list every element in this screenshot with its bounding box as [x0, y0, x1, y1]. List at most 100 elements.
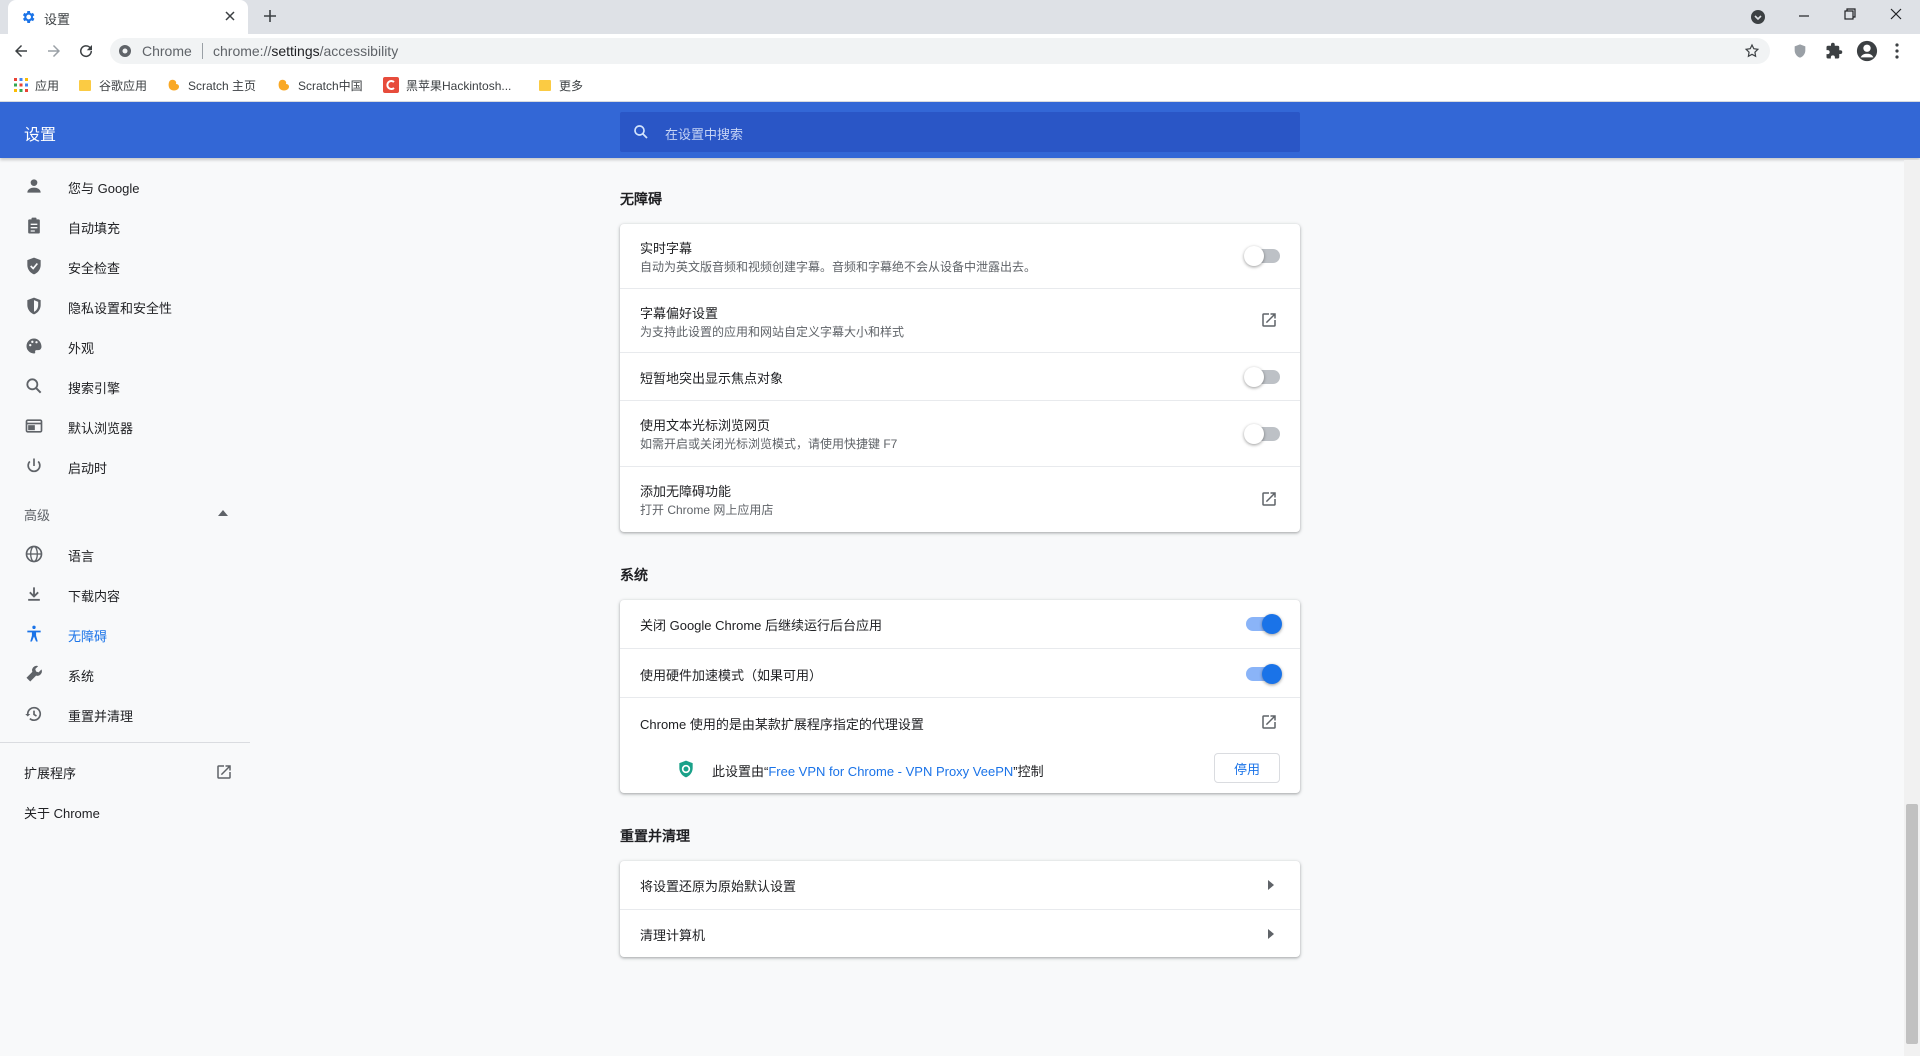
history-icon: [24, 704, 44, 724]
shield-check-icon: [24, 256, 44, 276]
forward-icon[interactable]: [45, 42, 63, 60]
sidebar-item-label: 您与 Google: [68, 181, 140, 196]
veepn-extension-link[interactable]: Free VPN for Chrome - VPN Proxy VeePN: [768, 764, 1013, 779]
sidebar-item-appearance[interactable]: 外观: [0, 326, 250, 366]
setting-row-cleanup[interactable]: 清理计算机: [620, 909, 1300, 957]
apps-grid-icon: [14, 78, 28, 92]
caret-up-icon[interactable]: [218, 510, 228, 516]
setting-title: 使用硬件加速模式（如果可用）: [640, 668, 823, 683]
sidebar-item-downloads[interactable]: 下载内容: [0, 574, 250, 614]
bookmark-hackintosh[interactable]: 黑苹果Hackintosh...: [383, 76, 511, 94]
sidebar-item-safety-check[interactable]: 安全检查: [0, 246, 250, 286]
open-in-new-icon[interactable]: [215, 763, 233, 781]
bookmark-apps[interactable]: 应用: [14, 76, 59, 94]
sidebar-item-search-engine[interactable]: 搜索引擎: [0, 366, 250, 406]
download-icon: [24, 584, 44, 604]
sidebar-item-languages[interactable]: 语言: [0, 534, 250, 574]
page-title: 设置: [24, 127, 57, 144]
sidebar-item-privacy[interactable]: 隐私设置和安全性: [0, 286, 250, 326]
minimize-icon[interactable]: [1797, 9, 1811, 23]
globe-icon: [24, 544, 44, 564]
gear-icon: [20, 9, 36, 25]
setting-row-restore-defaults[interactable]: 将设置还原为原始默认设置: [620, 861, 1300, 909]
search-input[interactable]: 在设置中搜索: [620, 112, 1300, 152]
scratch-icon: [167, 78, 181, 92]
setting-title: 字幕偏好设置: [640, 306, 719, 321]
setting-row-background-apps[interactable]: 关闭 Google Chrome 后继续运行后台应用: [620, 600, 1300, 648]
setting-title: 关闭 Google Chrome 后继续运行后台应用: [640, 618, 882, 633]
open-in-new-icon[interactable]: [1260, 490, 1278, 508]
setting-title: 使用文本光标浏览网页: [640, 418, 771, 433]
tab-title: 设置: [44, 12, 71, 27]
sidebar-item-label: 安全检查: [68, 261, 121, 276]
sidebar-item-on-startup[interactable]: 启动时: [0, 446, 250, 486]
sidebar-item-system[interactable]: 系统: [0, 654, 250, 694]
setting-subtitle: 为支持此设置的应用和网站自定义字幕大小和样式: [640, 325, 905, 339]
setting-row-hardware-acceleration[interactable]: 使用硬件加速模式（如果可用）: [620, 648, 1300, 697]
setting-subtitle: 自动为英文版音频和视频创建字幕。音频和字幕绝不会从设备中泄露出去。: [640, 260, 1037, 274]
wrench-icon: [24, 664, 44, 684]
setting-row-live-caption[interactable]: 实时字幕 自动为英文版音频和视频创建字幕。音频和字幕绝不会从设备中泄露出去。: [620, 224, 1300, 288]
search-placeholder: 在设置中搜索: [665, 127, 744, 142]
bookmark-label: 谷歌应用: [99, 78, 148, 93]
setting-row-focus-highlight[interactable]: 短暂地突出显示焦点对象: [620, 352, 1300, 400]
disable-extension-button[interactable]: 停用: [1214, 753, 1280, 783]
setting-title: 短暂地突出显示焦点对象: [640, 371, 784, 386]
setting-row-caption-preferences[interactable]: 字幕偏好设置 为支持此设置的应用和网站自定义字幕大小和样式: [620, 288, 1300, 352]
close-window-icon[interactable]: [1889, 7, 1903, 21]
advanced-toggle[interactable]: 高级: [24, 505, 50, 524]
sidebar-item-accessibility[interactable]: 无障碍: [0, 614, 250, 654]
sidebar-item-reset[interactable]: 重置并清理: [0, 694, 250, 734]
bookmark-scratch-home[interactable]: Scratch 主页: [167, 76, 256, 94]
tab-settings[interactable]: 设置: [8, 0, 248, 34]
tab-search-icon[interactable]: [1750, 9, 1766, 25]
caret-browsing-toggle[interactable]: [1244, 424, 1280, 444]
new-tab-icon[interactable]: [262, 8, 278, 24]
background-apps-toggle[interactable]: [1246, 614, 1282, 634]
sidebar-about-chrome[interactable]: 关于 Chrome: [24, 803, 100, 822]
omnibox-url[interactable]: chrome://settings/accessibility: [213, 43, 398, 59]
sidebar-item-label: 系统: [68, 669, 95, 684]
close-tab-icon[interactable]: [222, 8, 238, 24]
setting-row-add-accessibility[interactable]: 添加无障碍功能 打开 Chrome 网上应用店: [620, 466, 1300, 532]
hardware-acceleration-toggle[interactable]: [1246, 664, 1282, 684]
bookmark-google-apps[interactable]: 谷歌应用: [78, 76, 147, 94]
scrollbar-thumb[interactable]: [1906, 804, 1918, 1044]
bookmark-label: Scratch中国: [298, 78, 363, 93]
controlled-prefix: 此设置由“: [712, 764, 769, 779]
sidebar-item-you-and-google[interactable]: 您与 Google: [0, 166, 250, 206]
back-icon[interactable]: [12, 42, 30, 60]
star-icon[interactable]: [1744, 43, 1760, 59]
sidebar-extensions-link[interactable]: 扩展程序: [24, 763, 76, 782]
sidebar-item-label: 无障碍: [68, 629, 108, 644]
live-caption-toggle[interactable]: [1244, 246, 1280, 266]
bookmark-more[interactable]: 更多: [538, 76, 583, 94]
sidebar-item-default-browser[interactable]: 默认浏览器: [0, 406, 250, 446]
folder-icon: [538, 78, 552, 92]
bookmark-label: 黑苹果Hackintosh...: [406, 78, 512, 93]
setting-row-caret-browsing[interactable]: 使用文本光标浏览网页 如需开启或关闭光标浏览模式，请使用快捷键 F7: [620, 400, 1300, 466]
reload-icon[interactable]: [77, 42, 95, 60]
setting-row-proxy[interactable]: Chrome 使用的是由某款扩展程序指定的代理设置: [620, 697, 1300, 746]
shield-extension-icon[interactable]: [1792, 43, 1808, 59]
puzzle-icon[interactable]: [1825, 42, 1843, 60]
url-path: /accessibility: [319, 43, 399, 59]
sidebar-item-label: 自动填充: [68, 221, 121, 236]
bookmark-scratch-china[interactable]: Scratch中国: [277, 76, 363, 94]
omnibox[interactable]: Chrome chrome://settings/accessibility: [110, 38, 1770, 64]
url-host: settings: [271, 43, 320, 59]
chrome-page-icon: [118, 44, 132, 58]
search-icon: [24, 376, 44, 396]
sidebar-item-autofill[interactable]: 自动填充: [0, 206, 250, 246]
restore-icon[interactable]: [1843, 7, 1857, 21]
controlled-by-text: 此设置由“Free VPN for Chrome - VPN Proxy Vee…: [712, 761, 1044, 780]
profile-avatar-icon[interactable]: [1856, 40, 1878, 62]
focus-highlight-toggle[interactable]: [1244, 367, 1280, 387]
setting-title: 添加无障碍功能: [640, 484, 732, 499]
sidebar-item-label: 启动时: [68, 461, 108, 476]
more-menu-icon[interactable]: [1893, 42, 1901, 60]
chevron-right-icon: [1268, 880, 1274, 890]
open-in-new-icon[interactable]: [1260, 713, 1278, 731]
veepn-shield-icon: [676, 759, 696, 779]
open-in-new-icon[interactable]: [1260, 311, 1278, 329]
